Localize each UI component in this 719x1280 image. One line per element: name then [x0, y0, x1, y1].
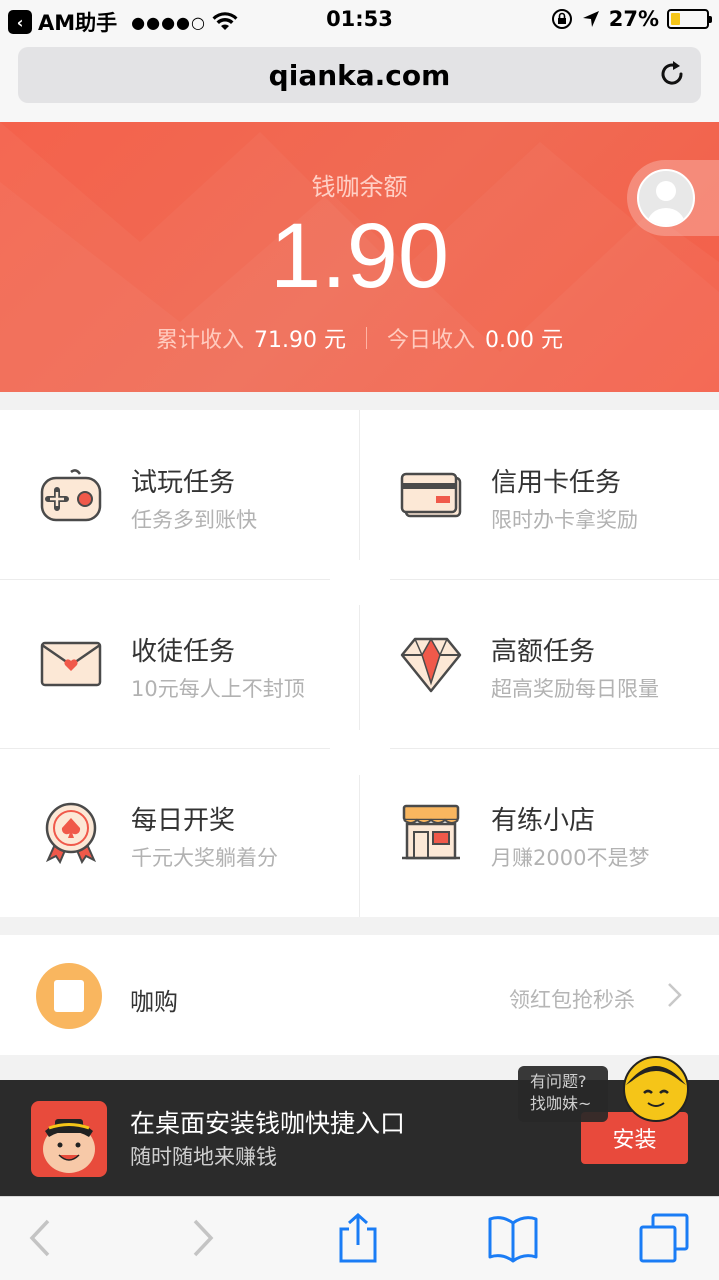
task-subtitle: 月赚2000不是梦 [491, 846, 650, 870]
status-right: 27% [551, 7, 712, 31]
task-trial-play[interactable]: 试玩任务 任务多到账快 [0, 410, 359, 579]
diamond-icon [400, 637, 462, 693]
task-title: 高额任务 [491, 637, 596, 667]
task-subtitle: 限时办卡拿奖励 [491, 508, 638, 532]
shopping-bag-icon [36, 963, 102, 1029]
task-title: 信用卡任务 [491, 468, 622, 498]
avatar[interactable] [637, 169, 695, 227]
tabs-icon[interactable] [637, 1213, 691, 1263]
today-income-label: 今日收入 [387, 328, 476, 353]
task-daily-lottery[interactable]: 每日开奖 千元大奖躺着分 [0, 748, 359, 917]
kagou-row[interactable]: 咖购 领红包抢秒杀 [0, 935, 719, 1055]
url-text[interactable]: qianka.com [18, 59, 701, 92]
balance-label: 钱咖余额 [311, 173, 408, 201]
credit-card-icon [400, 472, 462, 518]
banner-title: 在桌面安装钱咖快捷入口 [130, 1109, 406, 1138]
battery-percent: 27% [608, 7, 659, 31]
battery-icon [667, 9, 712, 29]
task-subtitle: 超高奖励每日限量 [491, 677, 659, 701]
help-line-2: 找咖妹~ [530, 1094, 592, 1113]
medal-icon [45, 802, 97, 864]
help-line-1: 有问题? [530, 1072, 587, 1091]
total-income-value: 71.90 元 [254, 328, 346, 353]
browser-address-area: qianka.com [0, 40, 719, 122]
back-arrow-icon[interactable] [14, 1213, 68, 1263]
default-user-icon [647, 181, 685, 225]
gamepad-icon [40, 469, 102, 522]
kagou-title: 咖购 [130, 988, 178, 1016]
task-apprentice[interactable]: 收徒任务 10元每人上不封顶 [0, 579, 359, 748]
bookmarks-icon[interactable] [486, 1213, 540, 1263]
address-bar[interactable]: qianka.com [18, 47, 701, 103]
today-income-value: 0.00 元 [485, 328, 563, 353]
task-title: 有练小店 [491, 806, 596, 836]
mascot-face-icon [43, 1119, 95, 1173]
help-bubble[interactable]: 有问题? 找咖妹~ [518, 1066, 608, 1122]
income-divider [366, 327, 367, 349]
task-high-reward[interactable]: 高额任务 超高奖励每日限量 [360, 579, 719, 748]
profile-tab[interactable] [627, 160, 719, 236]
install-banner: 在桌面安装钱咖快捷入口 随时随地来赚钱 安装 [0, 1080, 719, 1196]
share-icon[interactable] [331, 1213, 385, 1263]
location-arrow-icon [582, 11, 599, 27]
kagou-promo: 领红包抢秒杀 [509, 988, 635, 1012]
task-subtitle: 任务多到账快 [131, 508, 257, 532]
task-credit-card[interactable]: 信用卡任务 限时办卡拿奖励 [360, 410, 719, 579]
browser-toolbar [0, 1196, 719, 1280]
task-grid: 试玩任务 任务多到账快 信用卡任务 限时办卡拿奖励 收徒任务 10元每人上不封顶 [0, 410, 719, 917]
banner-subtitle: 随时随地来赚钱 [130, 1145, 277, 1169]
task-subtitle: 千元大奖躺着分 [131, 846, 278, 870]
shop-icon [402, 804, 460, 860]
balance-header: 钱咖余额 1.90 累计收入 71.90 元 今日收入 0.00 元 [0, 122, 719, 392]
balance-amount: 1.90 [269, 205, 450, 307]
task-title: 每日开奖 [131, 806, 236, 836]
chevron-right-icon [668, 983, 682, 1007]
rotation-lock-icon [551, 9, 572, 29]
total-income-label: 累计收入 [156, 328, 245, 353]
income-summary: 累计收入 71.90 元 今日收入 0.00 元 [0, 322, 719, 354]
reload-icon[interactable] [655, 57, 689, 91]
assistant-avatar-icon[interactable] [620, 1051, 692, 1123]
envelope-icon [40, 641, 102, 687]
task-subtitle: 10元每人上不封顶 [131, 677, 305, 701]
task-title: 收徒任务 [131, 637, 236, 667]
app-logo [31, 1101, 107, 1177]
forward-arrow-icon[interactable] [175, 1213, 229, 1263]
task-title: 试玩任务 [131, 468, 236, 498]
task-youlian-shop[interactable]: 有练小店 月赚2000不是梦 [360, 748, 719, 917]
status-bar: ‹ AM助手 ●●●●○ 01:53 27% [0, 0, 719, 40]
